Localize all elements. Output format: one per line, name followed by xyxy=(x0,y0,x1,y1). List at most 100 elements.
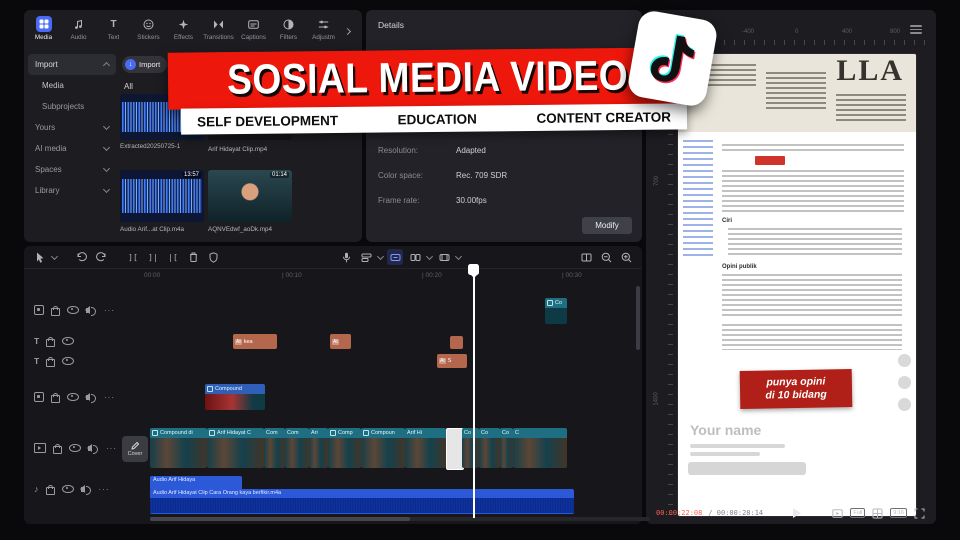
playhead-handle[interactable] xyxy=(468,264,479,278)
audio-clip[interactable]: Audio Arif Hidaya xyxy=(150,476,242,490)
cover-button[interactable]: Cover xyxy=(122,436,148,462)
more-options-icon[interactable]: ··· xyxy=(106,444,117,453)
text-clip[interactable]: At kea xyxy=(233,334,277,349)
track-options-icon[interactable] xyxy=(358,249,374,265)
tab-effects[interactable]: Effects xyxy=(166,12,201,50)
sidebar-item-yours[interactable]: Yours xyxy=(28,117,116,138)
mute-icon[interactable] xyxy=(87,443,98,454)
mute-icon[interactable] xyxy=(85,392,96,403)
tab-audio[interactable]: Audio xyxy=(61,12,96,50)
lock-icon[interactable] xyxy=(46,356,56,367)
media-filter-all[interactable]: All xyxy=(124,82,133,91)
sidebar-item-media[interactable]: Media xyxy=(28,75,116,96)
fullscreen-icon[interactable] xyxy=(913,507,926,520)
more-options-icon[interactable]: ··· xyxy=(99,485,110,494)
video-clip[interactable]: Com xyxy=(285,428,309,468)
visibility-icon[interactable] xyxy=(61,484,74,494)
render-preview-icon[interactable] xyxy=(831,507,844,520)
template-placeholder-line xyxy=(690,452,760,456)
video-clip[interactable]: Compound di xyxy=(150,428,207,468)
more-options-icon[interactable]: ··· xyxy=(104,306,115,315)
zoom-in-icon[interactable] xyxy=(618,249,634,265)
pointer-tool-caret[interactable] xyxy=(50,252,59,260)
sidebar-item-ai-media[interactable]: AI media xyxy=(28,138,116,159)
video-clip[interactable]: Comp xyxy=(328,428,361,468)
template-placeholder-line xyxy=(690,444,785,448)
play-button[interactable] xyxy=(793,508,802,518)
media-thumbnail-audio-full[interactable]: 13:57 xyxy=(120,170,204,222)
lock-icon[interactable] xyxy=(45,484,55,495)
split-icon[interactable]: ][ xyxy=(125,249,141,265)
visibility-icon[interactable] xyxy=(67,392,79,402)
video-clip[interactable]: Compoun xyxy=(361,428,405,468)
track-options-caret[interactable] xyxy=(376,252,385,260)
visibility-icon[interactable] xyxy=(62,336,75,346)
pip-clip[interactable]: Co xyxy=(545,298,567,324)
tab-filters[interactable]: Filters xyxy=(271,12,306,50)
lock-icon[interactable] xyxy=(53,443,62,454)
compound-clip[interactable]: Compound xyxy=(205,384,265,410)
delete-icon[interactable] xyxy=(185,249,201,265)
caption-overlay[interactable]: punya opini di 10 bidang xyxy=(739,369,853,409)
lock-icon[interactable] xyxy=(51,305,60,316)
frame-grid-icon[interactable] xyxy=(871,507,884,520)
video-clip[interactable]: C xyxy=(513,428,567,468)
lock-icon[interactable] xyxy=(46,336,56,347)
record-voiceover-icon[interactable] xyxy=(338,249,354,265)
freeze-frame-icon[interactable] xyxy=(205,249,221,265)
video-clip[interactable]: Co xyxy=(500,428,513,468)
audio-clip[interactable]: Audio Arif Hidayat Clip Cara Orang kaya … xyxy=(150,489,574,514)
sidebar-item-import[interactable]: Import xyxy=(28,54,116,75)
tab-adjustment[interactable]: Adjustm xyxy=(306,12,341,50)
tab-transitions[interactable]: Transitions xyxy=(201,12,236,50)
tab-media[interactable]: Media xyxy=(26,12,61,50)
lock-icon[interactable] xyxy=(51,392,60,403)
modify-button[interactable]: Modify xyxy=(582,217,632,234)
text-clip[interactable]: At S xyxy=(437,354,467,368)
redo-icon[interactable] xyxy=(93,249,109,265)
visibility-icon[interactable] xyxy=(69,443,81,453)
visibility-icon[interactable] xyxy=(62,356,75,366)
trim-left-icon[interactable]: ]| xyxy=(145,249,161,265)
pointer-tool[interactable] xyxy=(32,249,48,265)
sidebar-item-library[interactable]: Library xyxy=(28,180,116,201)
text-clip[interactable]: At xyxy=(330,334,351,349)
player-menu-icon[interactable] xyxy=(910,23,922,36)
timeline-vertical-scrollbar[interactable] xyxy=(636,286,640,350)
text-clip[interactable] xyxy=(450,336,463,349)
transition-options-caret[interactable] xyxy=(425,252,434,260)
tab-stickers[interactable]: Stickers xyxy=(131,12,166,50)
video-clip[interactable]: Co xyxy=(479,428,500,468)
import-button[interactable]: ↓ Import xyxy=(122,56,168,73)
clip-options-icon[interactable] xyxy=(436,249,452,265)
zoom-out-icon[interactable] xyxy=(598,249,614,265)
sidebar-item-spaces[interactable]: Spaces xyxy=(28,159,116,180)
timeline-toolbar: ][ ]| |[ xyxy=(24,246,642,269)
clip-options-caret[interactable] xyxy=(454,252,463,260)
tab-captions[interactable]: Captions xyxy=(236,12,271,50)
preview-axis-icon[interactable] xyxy=(578,249,594,265)
banner-title-text: SOSIAL MEDIA VIDEO xyxy=(227,52,629,104)
mute-icon[interactable] xyxy=(79,484,91,495)
smart-cut-icon[interactable] xyxy=(387,249,403,265)
timeline-horizontal-scrollbar[interactable] xyxy=(150,517,650,521)
ruler-value: 800 xyxy=(890,29,901,35)
expand-tabs-button[interactable] xyxy=(341,12,353,50)
more-options-icon[interactable]: ··· xyxy=(104,393,115,402)
mute-icon[interactable] xyxy=(85,305,96,316)
video-clip[interactable]: Arif Hidayat C xyxy=(207,428,264,468)
video-clip[interactable]: Ari xyxy=(309,428,328,468)
video-preview[interactable]: LLA Ciri Opini publik punya opini di 10 … xyxy=(678,54,916,516)
quality-badge[interactable]: Full xyxy=(850,508,866,518)
visibility-icon[interactable] xyxy=(67,305,79,315)
video-clip[interactable]: Co xyxy=(462,428,479,468)
sidebar-item-subprojects[interactable]: Subprojects xyxy=(28,96,116,117)
video-clip[interactable]: Arif Hi xyxy=(405,428,446,468)
undo-icon[interactable] xyxy=(73,249,89,265)
media-thumbnail-video-person[interactable]: 01:14 xyxy=(208,170,292,222)
transition-options-icon[interactable] xyxy=(407,249,423,265)
tab-text[interactable]: T Text xyxy=(96,12,131,50)
aspect-ratio-button[interactable]: 9:16 xyxy=(890,508,907,518)
trim-right-icon[interactable]: |[ xyxy=(165,249,181,265)
video-clip[interactable]: Com xyxy=(264,428,285,468)
